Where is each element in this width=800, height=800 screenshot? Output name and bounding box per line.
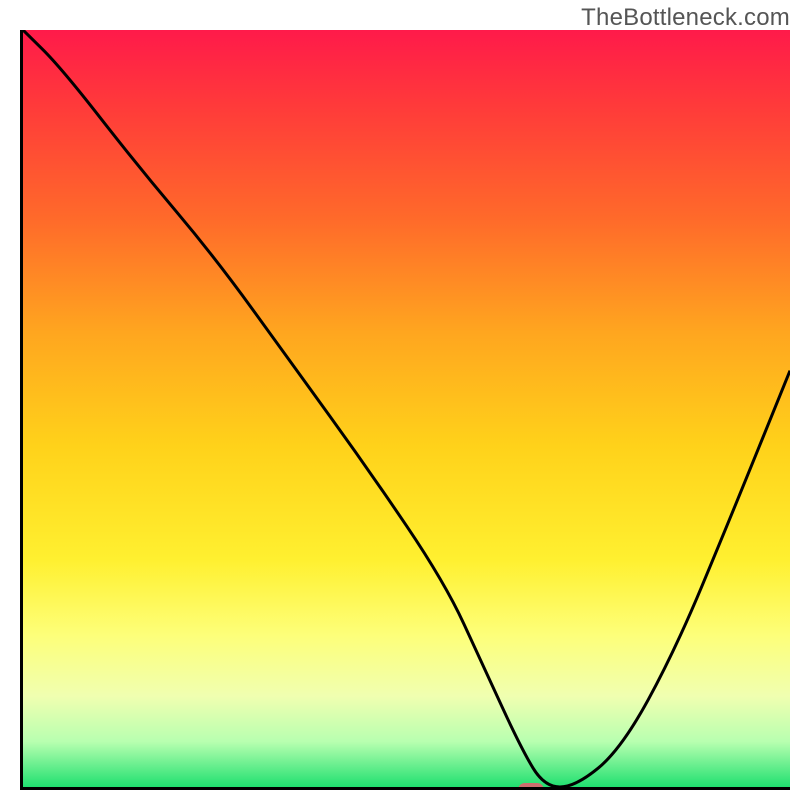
watermark-text: TheBottleneck.com (581, 4, 790, 32)
bottleneck-chart: TheBottleneck.com (0, 0, 800, 800)
plot-area (20, 30, 790, 790)
bottleneck-curve-path (23, 30, 790, 787)
optimal-marker (518, 783, 544, 790)
curve-svg (23, 30, 790, 787)
